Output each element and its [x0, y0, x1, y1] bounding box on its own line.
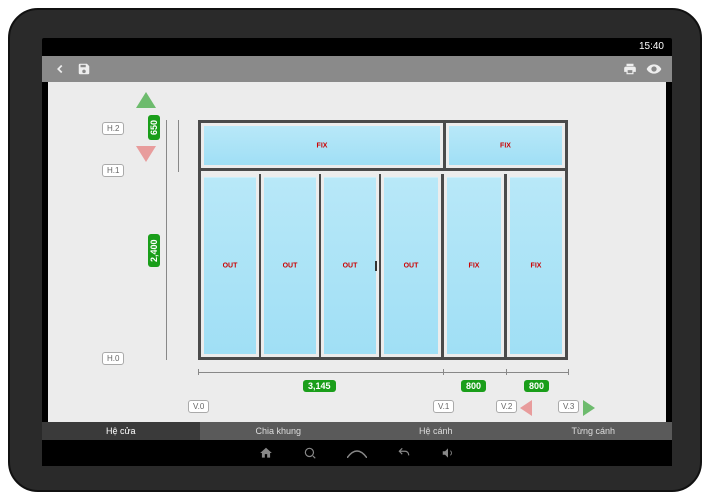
- door-panel-2[interactable]: OUT: [261, 174, 321, 357]
- glass: [510, 177, 562, 354]
- door-panel-4[interactable]: OUT: [381, 174, 441, 357]
- app-toolbar: [42, 56, 672, 82]
- glass: [264, 177, 316, 354]
- back-button[interactable]: [50, 59, 70, 79]
- dim-span2[interactable]: 800: [461, 380, 486, 392]
- tab-he-canh[interactable]: Hệ cánh: [357, 422, 515, 440]
- marker-v1[interactable]: V.1: [433, 400, 454, 413]
- screen: 15:40 H.2 H.1: [42, 38, 672, 466]
- window-frame[interactable]: FIX FIX OUT OUT OUT OUT: [198, 120, 568, 360]
- bottom-tabs: Hệ cửa Chia khung Hệ cánh Từng cánh: [42, 422, 672, 440]
- marker-v3[interactable]: V.3: [558, 400, 579, 413]
- dim-line-h: [198, 372, 568, 373]
- status-bar: 15:40: [42, 38, 672, 56]
- arrow-down-icon[interactable]: [136, 146, 156, 162]
- door-panel-3[interactable]: OUT: [321, 174, 381, 357]
- search-icon: [303, 446, 317, 460]
- drawing-area: H.2 H.1 H.0 650 2,400 FIX: [48, 82, 666, 422]
- save-button[interactable]: [74, 59, 94, 79]
- tick: [568, 369, 569, 375]
- door-panel-1[interactable]: OUT: [201, 174, 261, 357]
- glass: [204, 126, 440, 165]
- recents-button[interactable]: [347, 448, 367, 458]
- dim-span1[interactable]: 3,145: [303, 380, 336, 392]
- save-icon: [77, 62, 91, 76]
- tab-he-cua[interactable]: Hệ cửa: [42, 422, 200, 440]
- dim-line-v: [166, 120, 167, 360]
- door-panel-6[interactable]: FIX: [507, 174, 565, 357]
- transom-pane-2[interactable]: FIX: [446, 123, 565, 168]
- marker-v0[interactable]: V.0: [188, 400, 209, 413]
- transom-pane-1[interactable]: FIX: [201, 123, 446, 168]
- volume-button[interactable]: [441, 446, 455, 460]
- dim-top-height[interactable]: 650: [148, 115, 160, 140]
- tab-tung-canh[interactable]: Từng cánh: [515, 422, 673, 440]
- system-nav-bar: [42, 440, 672, 466]
- door-group-fix1: FIX: [444, 174, 507, 357]
- print-icon: [623, 62, 637, 76]
- glass: [384, 177, 438, 354]
- home-button[interactable]: [259, 446, 273, 460]
- eye-icon: [646, 61, 662, 77]
- glass: [204, 177, 256, 354]
- arrow-up-icon[interactable]: [136, 92, 156, 108]
- preview-button[interactable]: [644, 59, 664, 79]
- door-handle-icon: [375, 261, 377, 271]
- door-group-fix2: FIX: [507, 174, 565, 357]
- door-panel-5[interactable]: FIX: [444, 174, 504, 357]
- marker-v2[interactable]: V.2: [496, 400, 517, 413]
- tick: [443, 369, 444, 375]
- dim-span3[interactable]: 800: [524, 380, 549, 392]
- glass: [447, 177, 501, 354]
- glass: [449, 126, 562, 165]
- recents-icon: [347, 448, 367, 458]
- search-button[interactable]: [303, 446, 317, 460]
- glass: [324, 177, 376, 354]
- design-canvas[interactable]: H.2 H.1 H.0 650 2,400 FIX: [48, 82, 666, 422]
- door-group-main: OUT OUT OUT OUT: [201, 174, 444, 357]
- marker-h2[interactable]: H.2: [102, 122, 124, 135]
- transom-row: FIX FIX: [201, 123, 565, 171]
- clock: 15:40: [639, 41, 664, 52]
- dim-line-v2: [178, 120, 179, 172]
- marker-h1[interactable]: H.1: [102, 164, 124, 177]
- print-button[interactable]: [620, 59, 640, 79]
- undo-icon: [397, 446, 411, 460]
- arrow-left-icon[interactable]: [520, 400, 532, 416]
- volume-icon: [441, 446, 455, 460]
- home-icon: [259, 446, 273, 460]
- arrow-right-icon[interactable]: [583, 400, 595, 416]
- undo-button[interactable]: [397, 446, 411, 460]
- marker-h0[interactable]: H.0: [102, 352, 124, 365]
- tab-chia-khung[interactable]: Chia khung: [200, 422, 358, 440]
- tablet-frame: 15:40 H.2 H.1: [8, 8, 702, 492]
- tick: [198, 369, 199, 375]
- lower-row: OUT OUT OUT OUT FIX FIX: [201, 174, 565, 357]
- back-icon: [53, 62, 67, 76]
- dim-total-height[interactable]: 2,400: [148, 234, 160, 267]
- tick: [506, 369, 507, 375]
